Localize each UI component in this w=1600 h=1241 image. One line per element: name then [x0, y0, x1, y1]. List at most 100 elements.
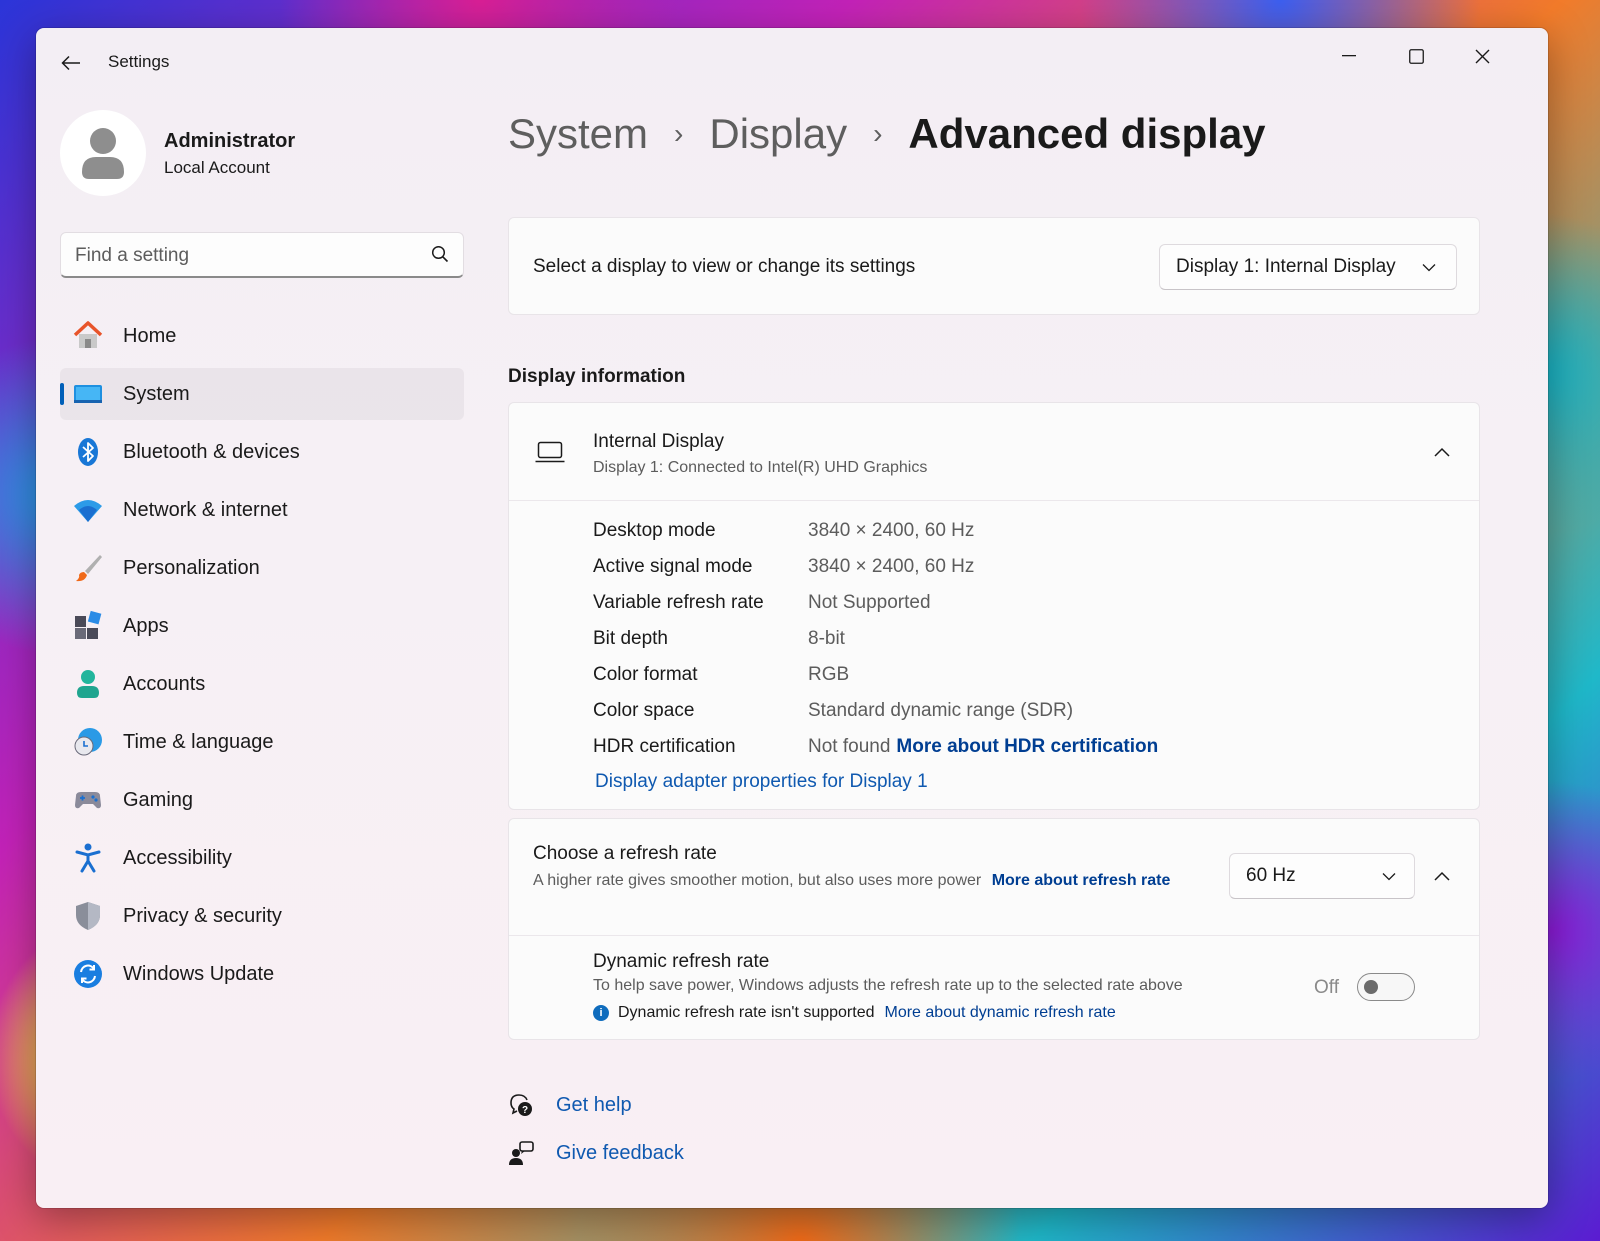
sidebar-item-label: Accounts [123, 672, 206, 695]
hdr-certification-link[interactable]: More about HDR certification [896, 736, 1158, 758]
dynamic-refresh-note-text: Dynamic refresh rate isn't supported [618, 1004, 875, 1021]
shield-icon [72, 900, 104, 932]
prop-label: Variable refresh rate [593, 592, 764, 613]
sidebar-item-label: Network & internet [123, 498, 288, 521]
feedback-icon [508, 1140, 534, 1166]
title-bar: Settings [36, 28, 1548, 92]
maximize-button[interactable] [1392, 36, 1440, 76]
sidebar-item-network[interactable]: Network & internet [60, 484, 464, 536]
refresh-rate-link[interactable]: More about refresh rate [992, 872, 1171, 889]
collapse-button[interactable] [1427, 861, 1457, 891]
sidebar-item-personalization[interactable]: Personalization [60, 542, 464, 594]
prop-value: RGB [808, 664, 850, 685]
sidebar-item-label: Gaming [123, 788, 194, 811]
system-icon [72, 378, 104, 410]
display-info-header[interactable]: Internal Display Display 1: Connected to… [509, 403, 1479, 501]
toggle-knob [1364, 980, 1378, 994]
display-select-label: Select a display to view or change its s… [533, 256, 916, 277]
sidebar-item-label: System [123, 382, 190, 405]
sidebar-item-system[interactable]: System [60, 368, 464, 420]
chevron-right-icon: › [873, 118, 883, 149]
back-arrow-icon [61, 55, 80, 71]
sidebar: Administrator Local Account Find a setti… [36, 92, 486, 1208]
display-dropdown[interactable]: Display 1: Internal Display [1159, 244, 1457, 290]
minimize-button[interactable] [1325, 36, 1373, 76]
chevron-up-icon [1434, 447, 1450, 457]
prop-value: Not found [808, 736, 891, 757]
accessibility-icon [72, 842, 104, 874]
sidebar-item-gaming[interactable]: Gaming [60, 774, 464, 826]
prop-label: HDR certification [593, 736, 736, 757]
prop-label: Desktop mode [593, 520, 716, 541]
sidebar-item-bluetooth[interactable]: Bluetooth & devices [60, 426, 464, 478]
refresh-rate-card: Choose a refresh rate A higher rate give… [508, 818, 1480, 1040]
breadcrumb-system[interactable]: System [508, 110, 648, 158]
refresh-rate-description: A higher rate gives smoother motion, but… [533, 869, 1213, 892]
sidebar-item-label: Home [123, 324, 177, 347]
search-input[interactable]: Find a setting [60, 232, 464, 278]
accounts-icon [72, 668, 104, 700]
display-dropdown-value: Display 1: Internal Display [1176, 256, 1396, 277]
sidebar-item-time-language[interactable]: Time & language [60, 716, 464, 768]
user-icon [82, 128, 124, 179]
dynamic-refresh-note: i Dynamic refresh rate isn't supported M… [593, 1004, 1116, 1022]
account-type: Local Account [164, 158, 270, 177]
nav-list: Home System Bluetooth & devices Network … [60, 310, 464, 1006]
settings-window: Settings Administrator Local Account Fin… [36, 28, 1548, 1208]
laptop-icon [535, 441, 565, 463]
sidebar-item-label: Windows Update [123, 962, 275, 985]
wifi-icon [72, 494, 104, 526]
apps-icon [72, 610, 104, 642]
prop-color-format: Color format RGB [593, 661, 849, 689]
display-subtitle: Display 1: Connected to Intel(R) UHD Gra… [593, 459, 928, 476]
prop-label: Bit depth [593, 628, 668, 649]
dynamic-refresh-link[interactable]: More about dynamic refresh rate [885, 1004, 1116, 1022]
collapse-button[interactable] [1427, 437, 1457, 467]
get-help-row[interactable]: ? Get help [508, 1092, 632, 1118]
home-icon [72, 320, 104, 352]
breadcrumb: System › Display › Advanced display [508, 110, 1266, 158]
refresh-rate-dropdown[interactable]: 60 Hz [1229, 853, 1415, 899]
sidebar-item-home[interactable]: Home [60, 310, 464, 362]
display-select-card: Select a display to view or change its s… [508, 217, 1480, 315]
display-info-card: Internal Display Display 1: Connected to… [508, 402, 1480, 810]
get-help-link[interactable]: Get help [556, 1094, 632, 1117]
dynamic-refresh-toggle[interactable] [1357, 973, 1415, 1001]
page-title: Advanced display [908, 110, 1266, 157]
close-icon [1475, 49, 1489, 63]
sidebar-item-accessibility[interactable]: Accessibility [60, 832, 464, 884]
avatar[interactable] [60, 110, 146, 196]
sidebar-item-accounts[interactable]: Accounts [60, 658, 464, 710]
update-icon [72, 958, 104, 990]
gamepad-icon [72, 784, 104, 816]
chevron-down-icon [1422, 264, 1436, 272]
back-button[interactable] [54, 46, 88, 80]
breadcrumb-display[interactable]: Display [709, 110, 847, 158]
display-name: Internal Display [593, 431, 724, 452]
prop-desktop-mode: Desktop mode 3840 × 2400, 60 Hz [593, 517, 974, 545]
dynamic-refresh-description: To help save power, Windows adjusts the … [593, 977, 1183, 994]
prop-value: Not Supported [808, 592, 931, 613]
sidebar-item-privacy[interactable]: Privacy & security [60, 890, 464, 942]
close-button[interactable] [1458, 36, 1506, 76]
prop-value: 8-bit [808, 628, 845, 649]
give-feedback-link[interactable]: Give feedback [556, 1142, 684, 1165]
sidebar-item-label: Bluetooth & devices [123, 440, 300, 463]
adapter-properties-link[interactable]: Display adapter properties for Display 1 [595, 771, 928, 793]
sidebar-item-apps[interactable]: Apps [60, 600, 464, 652]
refresh-rate-description-text: A higher rate gives smoother motion, but… [533, 872, 982, 889]
prop-label: Active signal mode [593, 556, 753, 577]
clock-globe-icon [72, 726, 104, 758]
prop-label: Color space [593, 700, 695, 721]
search-icon[interactable] [431, 245, 449, 263]
prop-active-signal-mode: Active signal mode 3840 × 2400, 60 Hz [593, 553, 974, 581]
sidebar-item-label: Time & language [123, 730, 274, 753]
divider [509, 935, 1479, 936]
brush-icon [72, 552, 104, 584]
give-feedback-row[interactable]: Give feedback [508, 1140, 684, 1166]
sidebar-item-label: Accessibility [123, 846, 232, 869]
toggle-state-label: Off [1314, 977, 1339, 998]
sidebar-item-windows-update[interactable]: Windows Update [60, 948, 464, 1000]
search-placeholder: Find a setting [75, 245, 190, 266]
prop-value: 3840 × 2400, 60 Hz [808, 520, 975, 541]
